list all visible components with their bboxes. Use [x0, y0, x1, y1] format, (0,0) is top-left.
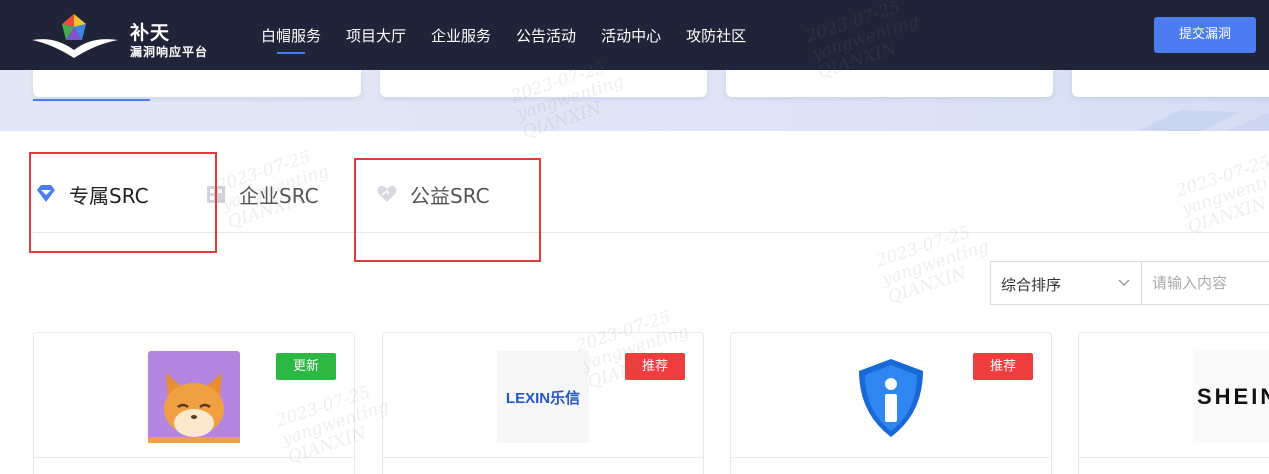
submit-vulnerability-button[interactable]: 提交漏洞 [1154, 17, 1256, 53]
page-root: 补天 漏洞响应平台 白帽服务 项目大厅 企业服务 公告活动 活动中心 攻防社区 … [0, 0, 1269, 474]
src-card[interactable]: 推荐 [730, 332, 1052, 474]
status-badge: 更新 [276, 353, 336, 380]
hero-stat-card[interactable] [380, 70, 707, 97]
main-nav: 白帽服务 项目大厅 企业服务 公告活动 活动中心 攻防社区 [261, 0, 771, 70]
hero-decoration-icon [1140, 110, 1269, 131]
lexin-logo-text: LEXIN乐信 [505, 389, 581, 407]
sort-select[interactable]: 综合排序 [990, 261, 1142, 305]
top-nav-bar: 补天 漏洞响应平台 白帽服务 项目大厅 企业服务 公告活动 活动中心 攻防社区 … [0, 0, 1269, 70]
src-card[interactable]: SHEIN [1078, 332, 1269, 474]
hero-banner [0, 70, 1269, 131]
logo-title: 补天 [130, 22, 171, 44]
nav-item-announcements[interactable]: 公告活动 [516, 0, 576, 70]
butian-logo[interactable]: 补天 漏洞响应平台 [30, 10, 230, 62]
hero-stat-card[interactable] [33, 70, 361, 97]
active-tab-underline [33, 99, 150, 101]
status-badge: 推荐 [625, 353, 685, 380]
nav-item-enterprise-services[interactable]: 企业服务 [431, 0, 491, 70]
hero-stat-card[interactable] [726, 70, 1053, 97]
highlight-box [29, 152, 217, 253]
lexin-logo: LEXIN乐信 [497, 351, 589, 443]
sort-selected-value: 综合排序 [1001, 276, 1062, 294]
tab-label: 企业SRC [239, 183, 319, 208]
src-card[interactable]: LEXIN乐信 推荐 [382, 332, 704, 474]
card-divider [731, 457, 1051, 458]
highlight-box [354, 158, 541, 262]
status-badge: 推荐 [973, 353, 1033, 380]
card-divider [34, 457, 354, 458]
nav-item-attack-defense-community[interactable]: 攻防社区 [686, 0, 746, 70]
shield-i-icon [859, 359, 923, 437]
fox-avatar-icon [148, 351, 240, 443]
butian-logo-icon [32, 14, 118, 58]
nav-item-whitehat-services[interactable]: 白帽服务 [261, 0, 321, 70]
card-divider [383, 457, 703, 458]
logo-subtitle: 漏洞响应平台 [130, 45, 209, 59]
nav-item-project-hall[interactable]: 项目大厅 [346, 0, 406, 70]
tab-enterprise-src[interactable]: 企业SRC [205, 179, 319, 209]
chevron-down-icon [1118, 279, 1130, 286]
shein-logo-text: SHEIN [1197, 384, 1269, 409]
shein-logo: SHEIN [1193, 351, 1269, 443]
nav-item-activity-center[interactable]: 活动中心 [601, 0, 661, 70]
search-input[interactable] [1142, 261, 1269, 305]
src-card[interactable]: 更新 [33, 332, 355, 474]
tabs-divider [33, 232, 1269, 233]
card-divider [1079, 457, 1269, 458]
